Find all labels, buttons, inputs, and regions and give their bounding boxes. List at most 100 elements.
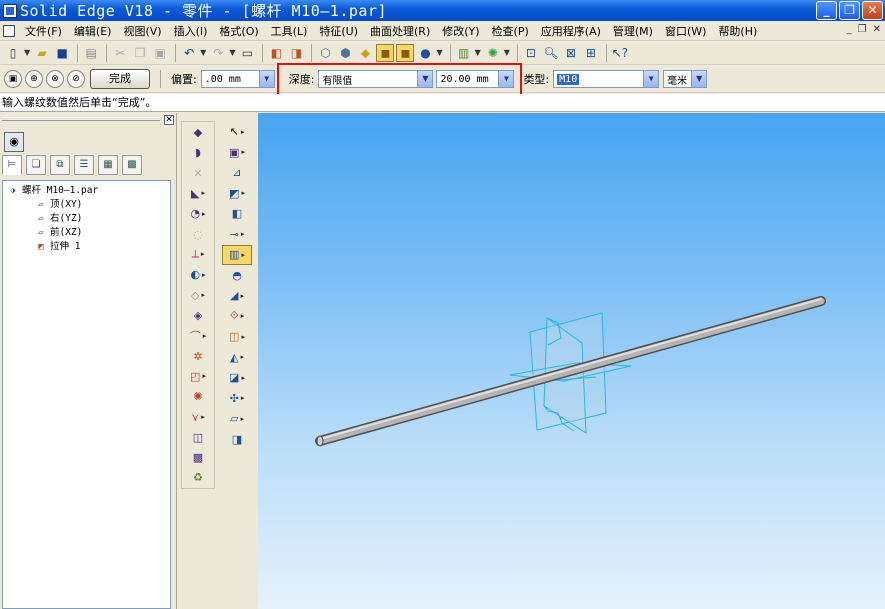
thread-icon[interactable]: ⟂ ▸ [183, 244, 213, 264]
part-properties-icon[interactable]: ◧ [267, 44, 285, 62]
model-view[interactable] [258, 113, 885, 609]
mdi-restore-button[interactable]: ❐ [858, 24, 867, 35]
wireframe-cube-icon[interactable]: ⬡ [316, 44, 334, 62]
threaded-rod-part[interactable] [315, 296, 826, 447]
thread-feature-icon[interactable]: ▥ ▸ [222, 244, 252, 265]
paste-icon[interactable]: ▣ [151, 44, 169, 62]
select-cylinder-icon[interactable]: ⊗ [46, 70, 64, 88]
tree-root[interactable]: ⬗ 螺杆 M10—1.par [7, 184, 166, 198]
normal-protrusion-icon[interactable]: ◢ ▸ [222, 286, 252, 306]
feature-library-icon[interactable]: ◨ [287, 44, 305, 62]
panel-grip[interactable] [2, 117, 160, 121]
zoom-area-icon[interactable]: ⊡ [522, 44, 540, 62]
thin-wall-icon[interactable]: ◫ [183, 427, 213, 447]
chevron-down-icon[interactable]: ▼ [24, 48, 30, 57]
feature-step-icon[interactable]: ▣ [4, 70, 22, 88]
select-arrow-icon[interactable]: ↖ ▸ [222, 122, 252, 142]
menu-features[interactable]: 特征(U) [313, 23, 364, 39]
rib-icon[interactable]: ⌒ ▸ [183, 326, 213, 346]
save-icon[interactable]: ■ [53, 44, 71, 62]
chevron-down-icon[interactable]: ▼ [229, 48, 235, 57]
zoom-icon[interactable]: 🔍︎ [542, 44, 560, 62]
fit-icon[interactable]: ⊠ [562, 44, 580, 62]
lip-icon[interactable]: ◰ ▸ [183, 366, 213, 386]
menu-window[interactable]: 窗口(W) [659, 23, 712, 39]
cutout-icon[interactable]: ◣ ▸ [183, 183, 213, 203]
menu-applications[interactable]: 应用程序(A) [535, 23, 607, 39]
tab-sketch-icon[interactable]: ▩ [122, 155, 142, 175]
shaded-cube-icon[interactable]: ◼ [396, 43, 415, 62]
cut-icon[interactable]: ✂ [111, 44, 129, 62]
surface-icon[interactable]: ▱ ▸ [222, 409, 252, 429]
menu-modify[interactable]: 修改(Y) [436, 23, 485, 39]
pan-icon[interactable]: ⊞ [582, 44, 600, 62]
sketch-icon[interactable]: ▭ [238, 44, 256, 62]
render-sphere-icon[interactable]: ● [416, 44, 434, 62]
unit-combo[interactable]: 毫米 ▼ [663, 70, 708, 88]
axis-icon[interactable]: ⊸ ▸ [222, 224, 252, 244]
reference-plane-icon[interactable]: ◩ ▸ [222, 183, 252, 203]
tab-feature-tree-icon[interactable]: ⊨ [2, 155, 22, 175]
select-face-icon[interactable]: ⊕ [25, 70, 43, 88]
shaded-icon[interactable]: ◆ [356, 44, 374, 62]
menu-tools[interactable]: 工具(L) [265, 23, 314, 39]
helix-icon[interactable]: ⟐ ▸ [222, 306, 252, 326]
chevron-down-icon[interactable]: ▼ [475, 48, 481, 57]
tree-item-right-plane[interactable]: ▱ 右(YZ) [7, 212, 166, 226]
3d-viewport[interactable] [258, 113, 885, 609]
tab-library-icon[interactable]: ☰ [74, 155, 94, 175]
chevron-down-icon[interactable]: ▼ [436, 48, 442, 57]
chevron-down-icon[interactable]: ▼ [691, 71, 707, 87]
tab-sensor-icon[interactable]: ▦ [98, 155, 118, 175]
loft-icon[interactable]: ◫ ▸ [222, 327, 252, 347]
vent-icon[interactable]: ✺ [183, 387, 213, 407]
mdi-minimize-button[interactable]: _ [847, 24, 852, 35]
tab-layers-icon[interactable]: ❏ [26, 155, 46, 175]
offset-combo[interactable]: .00 mm ▼ [200, 70, 275, 88]
menu-insert[interactable]: 插入(I) [168, 23, 214, 39]
chevron-down-icon[interactable]: ▼ [258, 71, 274, 87]
menu-edit[interactable]: 编辑(E) [68, 23, 118, 39]
coordinate-system-icon[interactable]: ⊿ [222, 163, 252, 183]
rotate-view-icon[interactable]: ✺ [484, 44, 502, 62]
mdi-close-button[interactable]: ✕ [873, 24, 881, 35]
parallel-plane-icon[interactable]: ◧ [222, 204, 252, 224]
copy-icon[interactable]: ❐ [131, 44, 149, 62]
depth-amount-combo[interactable]: 20.00 mm ▼ [436, 70, 515, 88]
minimize-button[interactable]: _ [816, 1, 837, 20]
sketch-plane-icon[interactable]: ▣ ▸ [222, 142, 252, 162]
hole-icon[interactable]: ◌ [183, 224, 213, 244]
pattern-icon[interactable]: ▩ [183, 448, 213, 468]
menu-manage[interactable]: 管理(M) [607, 23, 659, 39]
hidden-lines-cube-icon[interactable]: ⬢ [336, 44, 354, 62]
print-icon[interactable]: ▤ [82, 44, 100, 62]
shaded-edges-cube-icon[interactable]: ◼ [376, 43, 395, 62]
tree-item-front-plane[interactable]: ▱ 前(XZ) [7, 226, 166, 240]
undo-icon[interactable]: ↶ [180, 44, 198, 62]
tree-item-extrude[interactable]: ◩ 拉伸 1 [7, 240, 166, 254]
menu-format[interactable]: 格式(O) [213, 23, 264, 39]
menu-surfacing[interactable]: 曲面处理(R) [364, 23, 436, 39]
finish-button[interactable]: 完成 [90, 69, 150, 89]
feature-pathfinder-icon[interactable]: ◉ [4, 132, 24, 152]
mounting-boss-icon[interactable]: ⋎ ▸ [183, 407, 213, 427]
tab-family-icon[interactable]: ⧉ [50, 155, 70, 175]
help-pointer-icon[interactable]: ↖? [611, 44, 629, 62]
revolved-protrusion-icon[interactable]: ◗ [183, 143, 213, 163]
split-icon[interactable]: ◭ ▸ [222, 347, 252, 367]
document-icon[interactable] [3, 24, 15, 37]
menu-inspect[interactable]: 检查(P) [486, 23, 535, 39]
menu-file[interactable]: 文件(F) [19, 23, 68, 39]
mirror-icon[interactable]: ♻ [183, 468, 213, 488]
menu-help[interactable]: 帮助(H) [712, 23, 763, 39]
redo-icon[interactable]: ↷ [209, 44, 227, 62]
view-orient-icon[interactable]: ▥ [455, 44, 473, 62]
web-network-icon[interactable]: ✲ [183, 346, 213, 366]
protrusion-icon[interactable]: ◆ [183, 123, 213, 143]
depth-type-combo[interactable]: 有限值 ▼ [318, 70, 434, 88]
round-icon[interactable]: ◐ ▸ [183, 265, 213, 285]
thread-options-icon[interactable]: ⊘ [67, 70, 85, 88]
maximize-button[interactable]: ❐ [839, 1, 860, 20]
mesh-icon[interactable]: ✣ ▸ [222, 388, 252, 408]
thread-type-combo[interactable]: M10 ▼ [553, 70, 660, 88]
